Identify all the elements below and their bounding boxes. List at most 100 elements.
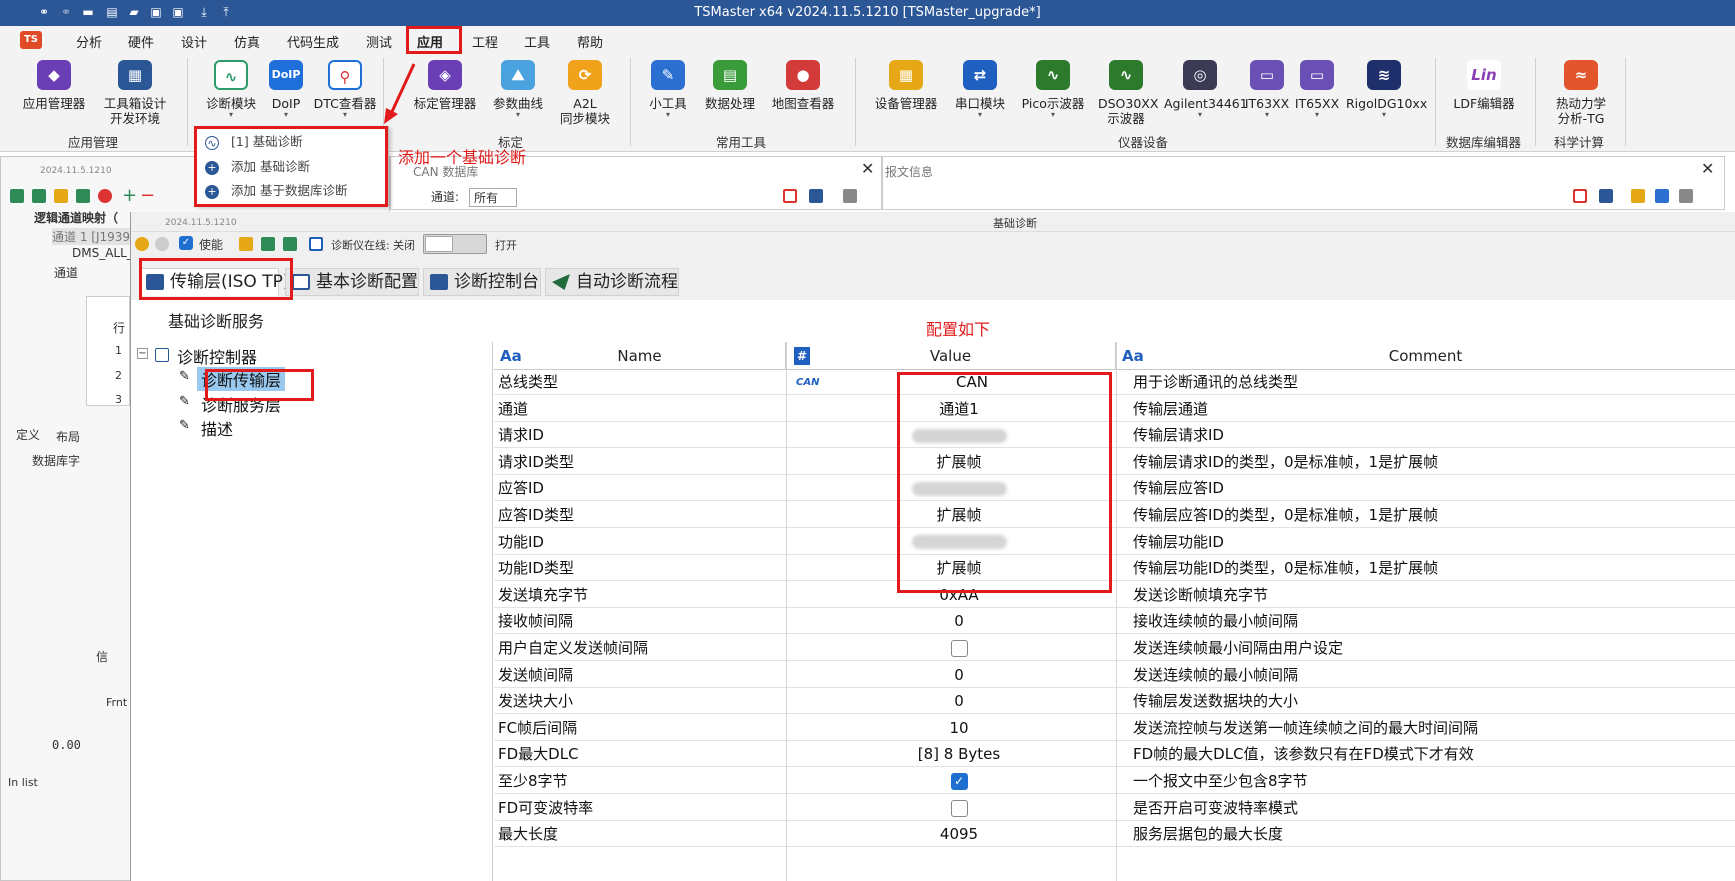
tree-node-description[interactable]: 描述 [201,416,233,440]
menu-codegen[interactable]: 代码生成 [287,32,339,51]
tab-layout[interactable]: 布局 [56,428,80,445]
open-folder-icon[interactable] [239,237,253,251]
table-row[interactable]: 至少8字节 ✓ 一个报文中至少包含8字节 [494,770,1735,794]
app-logo-icon[interactable]: TS [20,31,42,49]
cell-value[interactable]: 0 [794,610,1124,634]
clear-icon[interactable] [783,189,797,203]
cell-checkbox[interactable] [950,799,968,817]
table-row[interactable]: 功能ID 传输层功能ID [494,531,1735,555]
menu-design[interactable]: 设计 [181,32,207,51]
small-tools-button[interactable]: ✎ 小工具 ▾ [646,60,690,119]
clear-icon[interactable] [1573,189,1587,203]
delete-icon[interactable] [98,189,112,203]
remove-icon[interactable]: − [140,185,155,206]
cell-value[interactable]: 0 [794,690,1124,714]
header-name[interactable]: Aa Name [494,342,786,370]
rigol-button[interactable]: ≋ RigolDG10xx ▾ [1346,60,1427,119]
cell-value[interactable]: 0 [794,664,1124,688]
tab-auto-flow[interactable]: 自动诊断流程 [545,268,679,296]
menu-project[interactable]: 工程 [472,32,498,51]
it65xx-button[interactable]: ▭ IT65XX ▾ [1294,60,1340,119]
table-row[interactable]: 通道 通道1 传输层通道 [494,398,1735,422]
table-row[interactable]: 请求ID 传输层请求ID [494,424,1735,449]
channel1-node[interactable]: 通道 1 [J1939] [52,228,135,245]
close-icon[interactable]: ✕ [861,159,874,178]
calib-manager-button[interactable]: ◈ 标定管理器 [410,60,480,111]
cell-value[interactable]: 4095 [794,823,1124,847]
save-as-icon[interactable] [283,237,297,251]
database-icon[interactable] [76,189,90,203]
filter-icon[interactable] [1655,189,1669,203]
param-curve-button[interactable]: ⛰ 参数曲线 ▾ [490,60,546,119]
online-toggle[interactable] [423,234,487,254]
link-icon[interactable] [135,237,149,251]
link-icon[interactable] [1631,189,1645,203]
app-manager-button[interactable]: ◆ 应用管理器 [18,60,90,111]
agilent-button[interactable]: ◎ Agilent34461 ▾ [1164,60,1248,119]
table-row[interactable]: FD最大DLC [8] 8 Bytes FD帧的最大DLC值，该参数只有在FD模式下… [494,743,1735,768]
table-row[interactable]: 应答ID类型 扩展帧 传输层应答ID的类型，0是标准帧，1是扩展帧 [494,504,1735,528]
table-row[interactable]: 接收帧间隔 0 接收连续帧的最小帧间隔 [494,610,1735,635]
menu-test[interactable]: 测试 [366,32,392,51]
unlink-icon[interactable] [155,237,169,251]
map-viewer-button[interactable]: ● 地图查看器 [768,60,838,111]
tab-definition[interactable]: 定义 [16,426,40,443]
diag-module-button[interactable]: ∿ 诊断模块 ▾ [196,60,266,119]
table-row[interactable]: 用户自定义发送帧间隔 发送连续帧最小间隔由用户设定 [494,637,1735,661]
dtc-viewer-button[interactable]: ⚲ DTC查看器 ▾ [312,60,378,119]
dso-scope-button[interactable]: ∿ DSO30XX 示波器 [1098,60,1158,126]
database-icon[interactable] [32,189,46,203]
menu-tools[interactable]: 工具 [524,32,550,51]
wrench-icon[interactable] [1599,189,1613,203]
collapse-icon[interactable]: − [137,348,148,359]
menu-help[interactable]: 帮助 [577,32,603,51]
data-processing-button[interactable]: ▤ 数据处理 [702,60,758,111]
close-icon[interactable]: ✕ [1701,159,1714,178]
tab-basic-config[interactable]: 基本诊断配置 [285,268,419,296]
cell-checkbox[interactable]: ✓ [950,773,968,790]
menu-analysis[interactable]: 分析 [76,32,102,51]
cell-value[interactable]: [8] 8 Bytes [794,743,1124,767]
table-row[interactable]: 总线类型 CAN CAN 用于诊断通讯的总线类型 [494,371,1735,395]
doip-button[interactable]: DoIP DoIP ▾ [268,60,304,119]
cell-value[interactable] [794,797,1124,821]
save-icon[interactable] [261,237,275,251]
pico-scope-button[interactable]: ∿ Pico示波器 ▾ [1020,60,1086,119]
table-row[interactable]: 发送块大小 0 传输层发送数据块的大小 [494,690,1735,715]
export-icon[interactable] [843,189,857,203]
cell-value[interactable]: ✓ [794,770,1124,794]
add-icon[interactable]: + [122,185,137,206]
dms-node[interactable]: DMS_ALL_ [72,246,133,260]
table-row[interactable]: 功能ID类型 扩展帧 传输层功能ID的类型，0是标准帧，1是扩展帧 [494,557,1735,582]
device-manager-button[interactable]: ▦ 设备管理器 [872,60,940,111]
channel2-node[interactable]: 通道 [54,264,78,281]
a2l-sync-button[interactable]: ⟳ A2L 同步模块 [556,60,614,126]
wrench-icon[interactable] [809,189,823,203]
table-row[interactable]: FC帧后间隔 10 发送流控帧与发送第一帧连续帧之间的最大时间间隔 [494,717,1735,741]
thermo-button[interactable]: ≈ 热动力学 分析-TG [1548,60,1614,126]
enable-checkbox[interactable]: ✓ [179,236,193,250]
ldf-editor-button[interactable]: Lin LDF编辑器 [1448,60,1520,111]
toolbox-button[interactable]: ▦ 工具箱设计 开发环境 [96,60,174,126]
tree-root[interactable]: 诊断控制器 [177,344,257,368]
table-row[interactable]: FD可变波特率 是否开启可变波特率模式 [494,797,1735,821]
export-icon[interactable] [1679,189,1693,203]
table-row[interactable]: 最大长度 4095 服务层据包的最大长度 [494,823,1735,848]
cell-value[interactable] [794,637,1124,661]
database-icon[interactable] [10,189,24,203]
table-row[interactable]: 发送填充字节 0xAA 发送诊断帧填充字节 [494,584,1735,608]
table-row[interactable]: 应答ID 传输层应答ID [494,477,1735,502]
channel-filter-select[interactable]: 所有 [469,188,518,207]
header-value[interactable]: # Value [786,342,1116,370]
serial-module-button[interactable]: ⇄ 串口模块 ▾ [952,60,1008,119]
table-row[interactable]: 请求ID类型 扩展帧 传输层请求ID的类型，0是标准帧，1是扩展帧 [494,451,1735,475]
tab-diag-console[interactable]: 诊断控制台 [423,268,541,296]
header-comment[interactable]: Aa Comment [1116,342,1735,370]
cell-value[interactable]: 10 [794,717,1124,741]
it63xx-button[interactable]: ▭ IT63XX ▾ [1244,60,1290,119]
cell-checkbox[interactable] [950,640,968,657]
table-row[interactable]: 发送帧间隔 0 发送连续帧的最小帧间隔 [494,664,1735,688]
menu-hardware[interactable]: 硬件 [128,32,154,51]
folder-icon[interactable] [54,189,68,203]
menu-simulation[interactable]: 仿真 [234,32,260,51]
